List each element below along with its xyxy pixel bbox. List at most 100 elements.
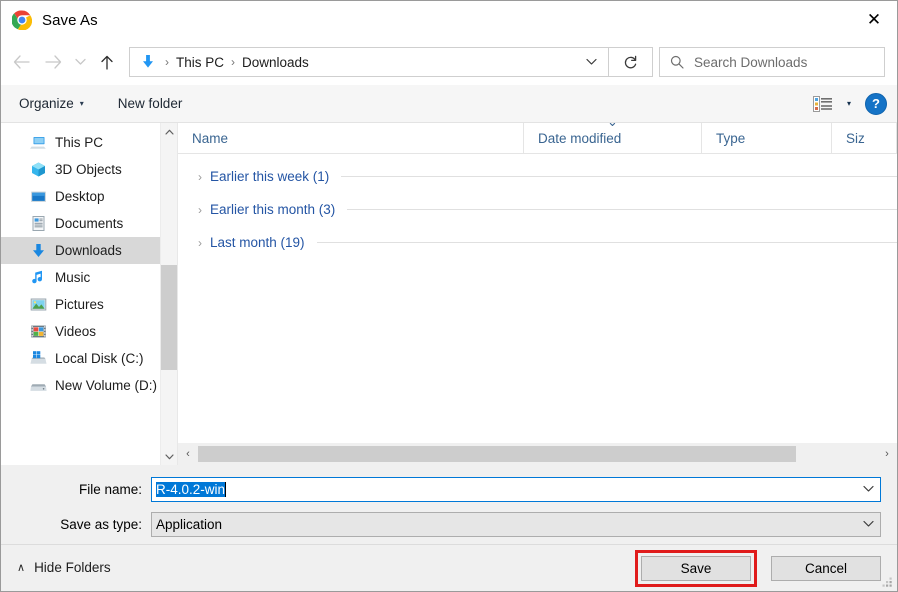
sidebar-item-desktop[interactable]: Desktop — [1, 183, 177, 210]
sidebar-item-videos[interactable]: Videos — [1, 318, 177, 345]
sidebar-scrollbar[interactable] — [160, 123, 177, 465]
search-input[interactable]: Search Downloads — [694, 55, 807, 70]
column-headers: Name Date modified Type Siz — [178, 123, 897, 154]
save-button-highlight: Save — [635, 549, 757, 587]
list-item[interactable]: › Earlier this week (1) — [178, 160, 897, 193]
desktop-icon — [29, 188, 47, 206]
list-view-icon[interactable] — [811, 94, 835, 114]
videos-icon — [29, 323, 47, 341]
list-item[interactable]: › Last month (19) — [178, 226, 897, 259]
sidebar-scroll-track[interactable] — [160, 140, 177, 448]
sidebar-item-pictures[interactable]: Pictures — [1, 291, 177, 318]
this-pc-icon — [29, 134, 47, 152]
savetype-select[interactable]: Application — [151, 511, 881, 537]
filename-value[interactable]: R-4.0.2-win — [152, 481, 227, 497]
group-rule — [316, 242, 897, 243]
group-label: Earlier this month (3) — [210, 202, 336, 217]
documents-icon — [29, 215, 47, 233]
3d-objects-icon — [29, 161, 47, 179]
sidebar-item-music[interactable]: Music — [1, 264, 177, 291]
scroll-down-icon[interactable] — [161, 448, 178, 465]
chevron-down-icon: ▾ — [79, 98, 84, 108]
breadcrumb-item-this-pc[interactable]: This PC — [176, 55, 224, 70]
dialog-button-row: ∧ Hide Folders Save Cancel — [1, 545, 897, 591]
save-button[interactable]: Save — [641, 555, 751, 581]
filename-selected-text: R-4.0.2-win — [156, 481, 226, 497]
sidebar-item-label: 3D Objects — [55, 162, 122, 177]
help-button[interactable]: ? — [865, 92, 887, 115]
column-header-type[interactable]: Type — [702, 123, 832, 153]
scroll-right-icon[interactable]: › — [877, 443, 897, 465]
downloads-arrow-icon — [138, 52, 158, 72]
drive-icon — [29, 377, 47, 395]
cancel-button[interactable]: Cancel — [771, 555, 881, 581]
music-icon — [29, 269, 47, 287]
search-icon — [660, 55, 694, 69]
chevron-right-icon[interactable]: › — [192, 236, 208, 250]
filename-label: File name: — [78, 481, 142, 497]
address-bar[interactable]: › This PC › Downloads — [129, 47, 609, 77]
save-form: File name: R-4.0.2-win Save as type: App… — [1, 465, 897, 591]
dialog-body: This PC 3D Objects Desktop Documents Dow… — [1, 123, 897, 465]
breadcrumb-separator-2: › — [231, 55, 236, 69]
new-folder-button[interactable]: New folder — [118, 96, 183, 111]
up-button[interactable] — [91, 46, 123, 78]
chevron-right-icon[interactable]: › — [192, 170, 208, 184]
search-box[interactable]: Search Downloads — [659, 47, 885, 77]
organize-label: Organize — [19, 96, 74, 111]
recent-locations-button[interactable] — [69, 46, 91, 78]
sidebar-item-documents[interactable]: Documents — [1, 210, 177, 237]
group-rule — [347, 209, 897, 210]
breadcrumb[interactable]: › This PC › Downloads — [130, 52, 574, 72]
column-header-name[interactable]: Name — [178, 123, 524, 153]
sidebar-item-new-volume-d[interactable]: New Volume (D:) — [1, 372, 177, 399]
list-item[interactable]: › Earlier this month (3) — [178, 193, 897, 226]
filename-input[interactable]: R-4.0.2-win — [151, 476, 881, 502]
hide-folders-label: Hide Folders — [34, 560, 111, 575]
filename-dropdown-chevron-icon[interactable] — [856, 478, 880, 501]
hide-folders-button[interactable]: ∧ Hide Folders — [17, 560, 111, 575]
horizontal-scroll-thumb[interactable] — [198, 446, 796, 462]
sidebar-item-this-pc[interactable]: This PC — [1, 129, 177, 156]
savetype-dropdown-chevron-icon[interactable] — [856, 513, 880, 536]
title-bar: Save As ✕ — [1, 1, 897, 39]
sidebar-item-downloads[interactable]: Downloads — [1, 237, 177, 264]
forward-button[interactable] — [37, 46, 69, 78]
breadcrumb-item-downloads[interactable]: Downloads — [242, 55, 309, 70]
column-header-size[interactable]: Siz — [832, 123, 897, 153]
chevron-right-icon[interactable]: › — [192, 203, 208, 217]
sidebar-item-label: New Volume (D:) — [55, 378, 158, 393]
group-label: Last month (19) — [210, 235, 305, 250]
file-list[interactable]: › Earlier this week (1) › Earlier this m… — [178, 154, 897, 442]
savetype-row: Save as type: Application — [1, 509, 897, 539]
sidebar-scroll-thumb[interactable] — [160, 265, 177, 370]
sidebar-item-label: Pictures — [55, 297, 104, 312]
close-button[interactable]: ✕ — [851, 1, 897, 39]
sidebar-item-3d-objects[interactable]: 3D Objects — [1, 156, 177, 183]
sidebar-item-label: Music — [55, 270, 91, 285]
sidebar-item-local-disk-c[interactable]: Local Disk (C:) — [1, 345, 177, 372]
column-header-date-modified[interactable]: Date modified — [524, 123, 702, 153]
downloads-icon — [29, 242, 47, 260]
chrome-icon — [12, 10, 32, 30]
scroll-up-icon[interactable] — [161, 123, 178, 140]
back-button[interactable] — [5, 46, 37, 78]
sidebar-item-label: This PC — [55, 135, 104, 150]
horizontal-scroll-track[interactable] — [198, 446, 877, 462]
sidebar-item-label: Desktop — [55, 189, 105, 204]
horizontal-scrollbar[interactable]: ‹ › — [178, 442, 897, 465]
chevron-up-icon: ∧ — [17, 562, 26, 574]
save-as-dialog: Save As ✕ › This PC › Downloads Search D… — [0, 0, 898, 592]
navigation-sidebar: This PC 3D Objects Desktop Documents Dow… — [1, 123, 177, 465]
savetype-value: Application — [156, 516, 223, 532]
scroll-left-icon[interactable]: ‹ — [178, 443, 198, 465]
file-list-pane: Name Date modified Type Siz › Earlier th… — [177, 123, 897, 465]
view-options-chevron-icon[interactable]: ▾ — [847, 99, 851, 108]
text-caret — [225, 481, 227, 497]
organize-button[interactable]: Organize ▾ — [19, 96, 84, 111]
breadcrumb-separator-1: › — [165, 55, 169, 69]
address-dropdown-chevron-icon[interactable] — [574, 48, 608, 76]
resize-grip-icon[interactable] — [881, 576, 893, 588]
command-bar: Organize ▾ New folder ▾ ? — [1, 85, 897, 123]
refresh-button[interactable] — [609, 47, 653, 77]
